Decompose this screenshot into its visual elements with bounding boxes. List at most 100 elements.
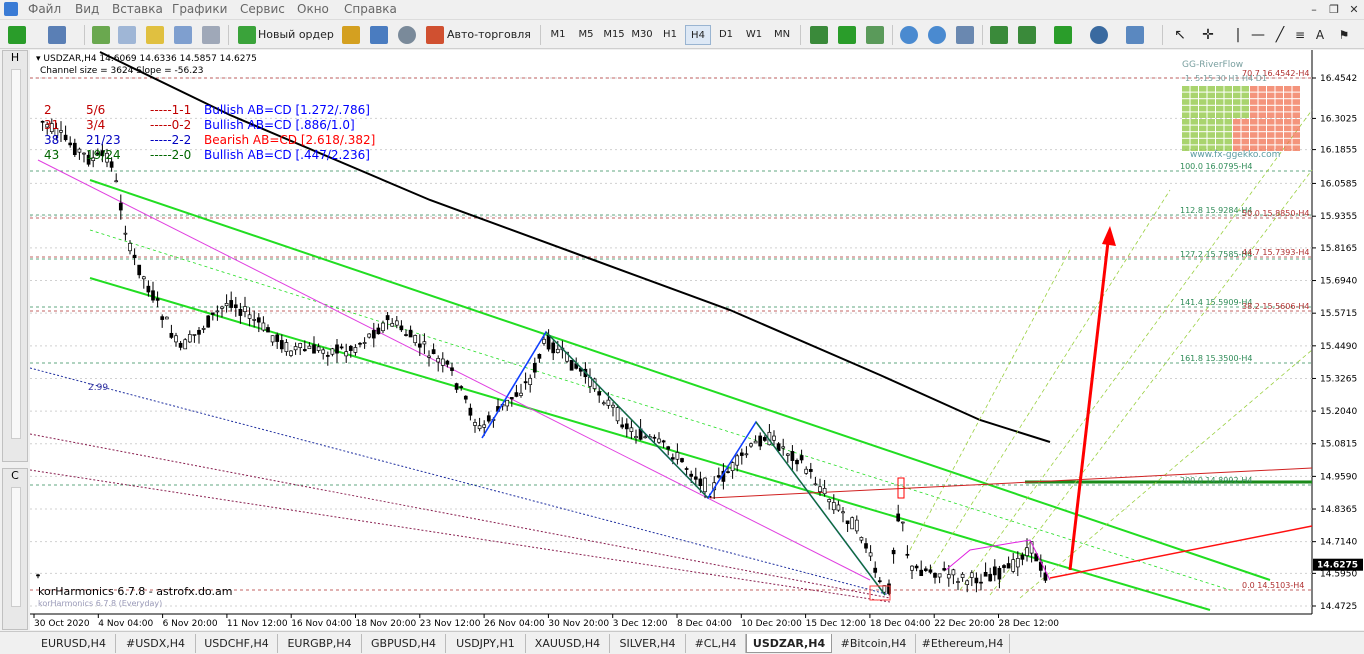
candle-body [983, 571, 988, 577]
candle-body [261, 322, 266, 331]
autotrade-icon[interactable] [426, 26, 444, 44]
heatmap-cell [1224, 112, 1232, 118]
tab-eurusd[interactable]: EURUSD,H4 [32, 634, 116, 653]
scrollbar[interactable] [11, 487, 21, 607]
candle-body [680, 458, 684, 463]
tf-h1[interactable]: H1 [657, 25, 683, 45]
zoom-in-icon[interactable] [900, 26, 918, 44]
menu-window[interactable]: Окно [297, 2, 329, 16]
tab-ethereum[interactable]: #Ethereum,H4 [916, 634, 1010, 653]
price-label: 15.5715 [1320, 309, 1357, 319]
tab-bitcoin[interactable]: #Bitcoin,H4 [832, 634, 916, 653]
heatmap-cell [1224, 99, 1232, 105]
autotrade-button[interactable]: Авто-торговля [447, 25, 533, 45]
candle-body [284, 342, 289, 352]
tile-windows-icon[interactable] [956, 26, 974, 44]
community-icon[interactable] [398, 26, 416, 44]
candle-body [597, 391, 602, 396]
chart-shift-icon[interactable] [1018, 26, 1036, 44]
zoom-out-icon[interactable] [928, 26, 946, 44]
tf-m1[interactable]: M1 [545, 25, 571, 45]
candle-body [624, 423, 629, 430]
tester-icon[interactable] [202, 26, 220, 44]
tf-m5[interactable]: M5 [573, 25, 599, 45]
profiles-icon[interactable] [48, 26, 66, 44]
tab-xauusd[interactable]: XAUUSD,H4 [526, 634, 610, 653]
bar-chart-icon[interactable] [810, 26, 828, 44]
templates-icon[interactable] [1126, 26, 1144, 44]
market-watch-icon[interactable] [92, 26, 110, 44]
heatmap-cell [1224, 119, 1232, 125]
candle-body [716, 475, 721, 478]
close-icon[interactable]: ✕ [1346, 2, 1362, 18]
gold-icon[interactable] [342, 26, 360, 44]
menu-insert[interactable]: Вставка [112, 2, 163, 16]
candle-body [137, 264, 142, 276]
heatmap-cell [1275, 138, 1283, 145]
candle-body [808, 469, 813, 472]
new-chart-icon[interactable] [8, 26, 26, 44]
horizontal-line-icon[interactable]: — [1250, 25, 1266, 45]
price-chart[interactable]: 16.4542 16.3025 16.1855 16.0585 15.9355 15.81… [29, 50, 1364, 630]
trendline-icon[interactable]: ╱ [1272, 25, 1288, 45]
new-order-icon[interactable] [238, 26, 256, 44]
vertical-line-icon[interactable]: | [1230, 25, 1246, 45]
channel-icon[interactable]: ≡ [1292, 25, 1308, 45]
crosshair-icon[interactable]: ✛ [1198, 25, 1218, 45]
tab-gbpusd[interactable]: GBPUSD,H4 [362, 634, 446, 653]
tab-usdx[interactable]: #USDX,H4 [116, 634, 196, 653]
menu-charts[interactable]: Графики [172, 2, 227, 16]
data-window-icon[interactable] [118, 26, 136, 44]
heatmap-cell [1190, 92, 1198, 99]
restore-icon[interactable]: ❐ [1326, 2, 1342, 18]
menu-view[interactable]: Вид [75, 2, 99, 16]
text-tool-icon[interactable]: A [1312, 25, 1328, 45]
tab-silver[interactable]: SILVER,H4 [610, 634, 686, 653]
tab-usdjpy[interactable]: USDJPY,H1 [446, 634, 526, 653]
candle-chart-icon[interactable] [838, 26, 856, 44]
tf-w1[interactable]: W1 [741, 25, 767, 45]
price-label: 15.3265 [1320, 374, 1357, 384]
menu-file[interactable]: Файл [28, 2, 61, 16]
line-chart-icon[interactable] [866, 26, 884, 44]
autoscroll-icon[interactable] [990, 26, 1008, 44]
fib-level-label: 38.2 15.5606-H4 [1242, 302, 1309, 311]
scrollbar[interactable] [11, 69, 21, 439]
tab-cl[interactable]: #CL,H4 [686, 634, 746, 653]
heatmap-cell [1182, 92, 1190, 99]
navigator-icon[interactable] [146, 26, 164, 44]
candle-body [238, 308, 243, 316]
market-watch-panel[interactable]: H [2, 50, 28, 462]
menu-help[interactable]: Справка [344, 2, 397, 16]
tf-mn[interactable]: MN [769, 25, 795, 45]
tf-m15[interactable]: M15 [601, 25, 627, 45]
navigator-panel[interactable]: C [2, 468, 28, 630]
minimize-icon[interactable]: – [1306, 2, 1322, 18]
new-order-button[interactable]: Новый ордер [258, 25, 336, 45]
signals-icon[interactable] [370, 26, 388, 44]
cursor-icon[interactable]: ↖ [1170, 25, 1190, 45]
indicators-icon[interactable] [1054, 26, 1072, 44]
date-label: 30 Nov 20:00 [548, 619, 609, 629]
candle-body [758, 435, 763, 447]
candle-body [864, 543, 868, 549]
dropdown-arrow-icon[interactable]: ▾ [36, 54, 41, 64]
candle-body [72, 142, 77, 155]
tf-h4[interactable]: H4 [685, 25, 711, 45]
tab-usdzar[interactable]: USDZAR,H4 [746, 634, 832, 653]
tab-usdchf[interactable]: USDCHF,H4 [196, 634, 278, 653]
heatmap-cell [1233, 125, 1241, 132]
tab-eurgbp[interactable]: EURGBP,H4 [278, 634, 362, 653]
terminal-icon[interactable] [174, 26, 192, 44]
label-tool-icon[interactable]: ⚑ [1336, 25, 1352, 45]
tf-m30[interactable]: M30 [629, 25, 655, 45]
candle-body [933, 572, 937, 578]
candle-body [946, 574, 951, 579]
heatmap-cell [1190, 119, 1198, 125]
harmonics-code: -----0-2 [150, 118, 192, 132]
menu-tools[interactable]: Сервис [240, 2, 285, 16]
candle-body [831, 502, 836, 511]
periods-icon[interactable] [1090, 26, 1108, 44]
tf-d1[interactable]: D1 [713, 25, 739, 45]
candle-body [965, 580, 970, 585]
